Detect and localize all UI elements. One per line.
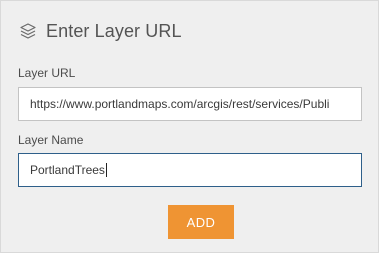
layer-name-input[interactable]: PortlandTrees: [18, 153, 362, 187]
add-button[interactable]: ADD: [168, 205, 234, 239]
layer-url-value: https://www.portlandmaps.com/arcgis/rest…: [30, 97, 330, 111]
layer-url-input[interactable]: https://www.portlandmaps.com/arcgis/rest…: [18, 87, 362, 121]
text-caret: [105, 163, 107, 177]
layer-name-label: Layer Name: [18, 133, 84, 147]
panel-header: Enter Layer URL: [18, 18, 182, 44]
layer-url-label: Layer URL: [18, 66, 76, 80]
panel-title: Enter Layer URL: [46, 20, 182, 41]
layers-icon: [18, 21, 38, 41]
enter-layer-url-panel: Enter Layer URL Layer URL https://www.po…: [0, 0, 379, 253]
layer-name-value: PortlandTrees: [30, 163, 105, 177]
